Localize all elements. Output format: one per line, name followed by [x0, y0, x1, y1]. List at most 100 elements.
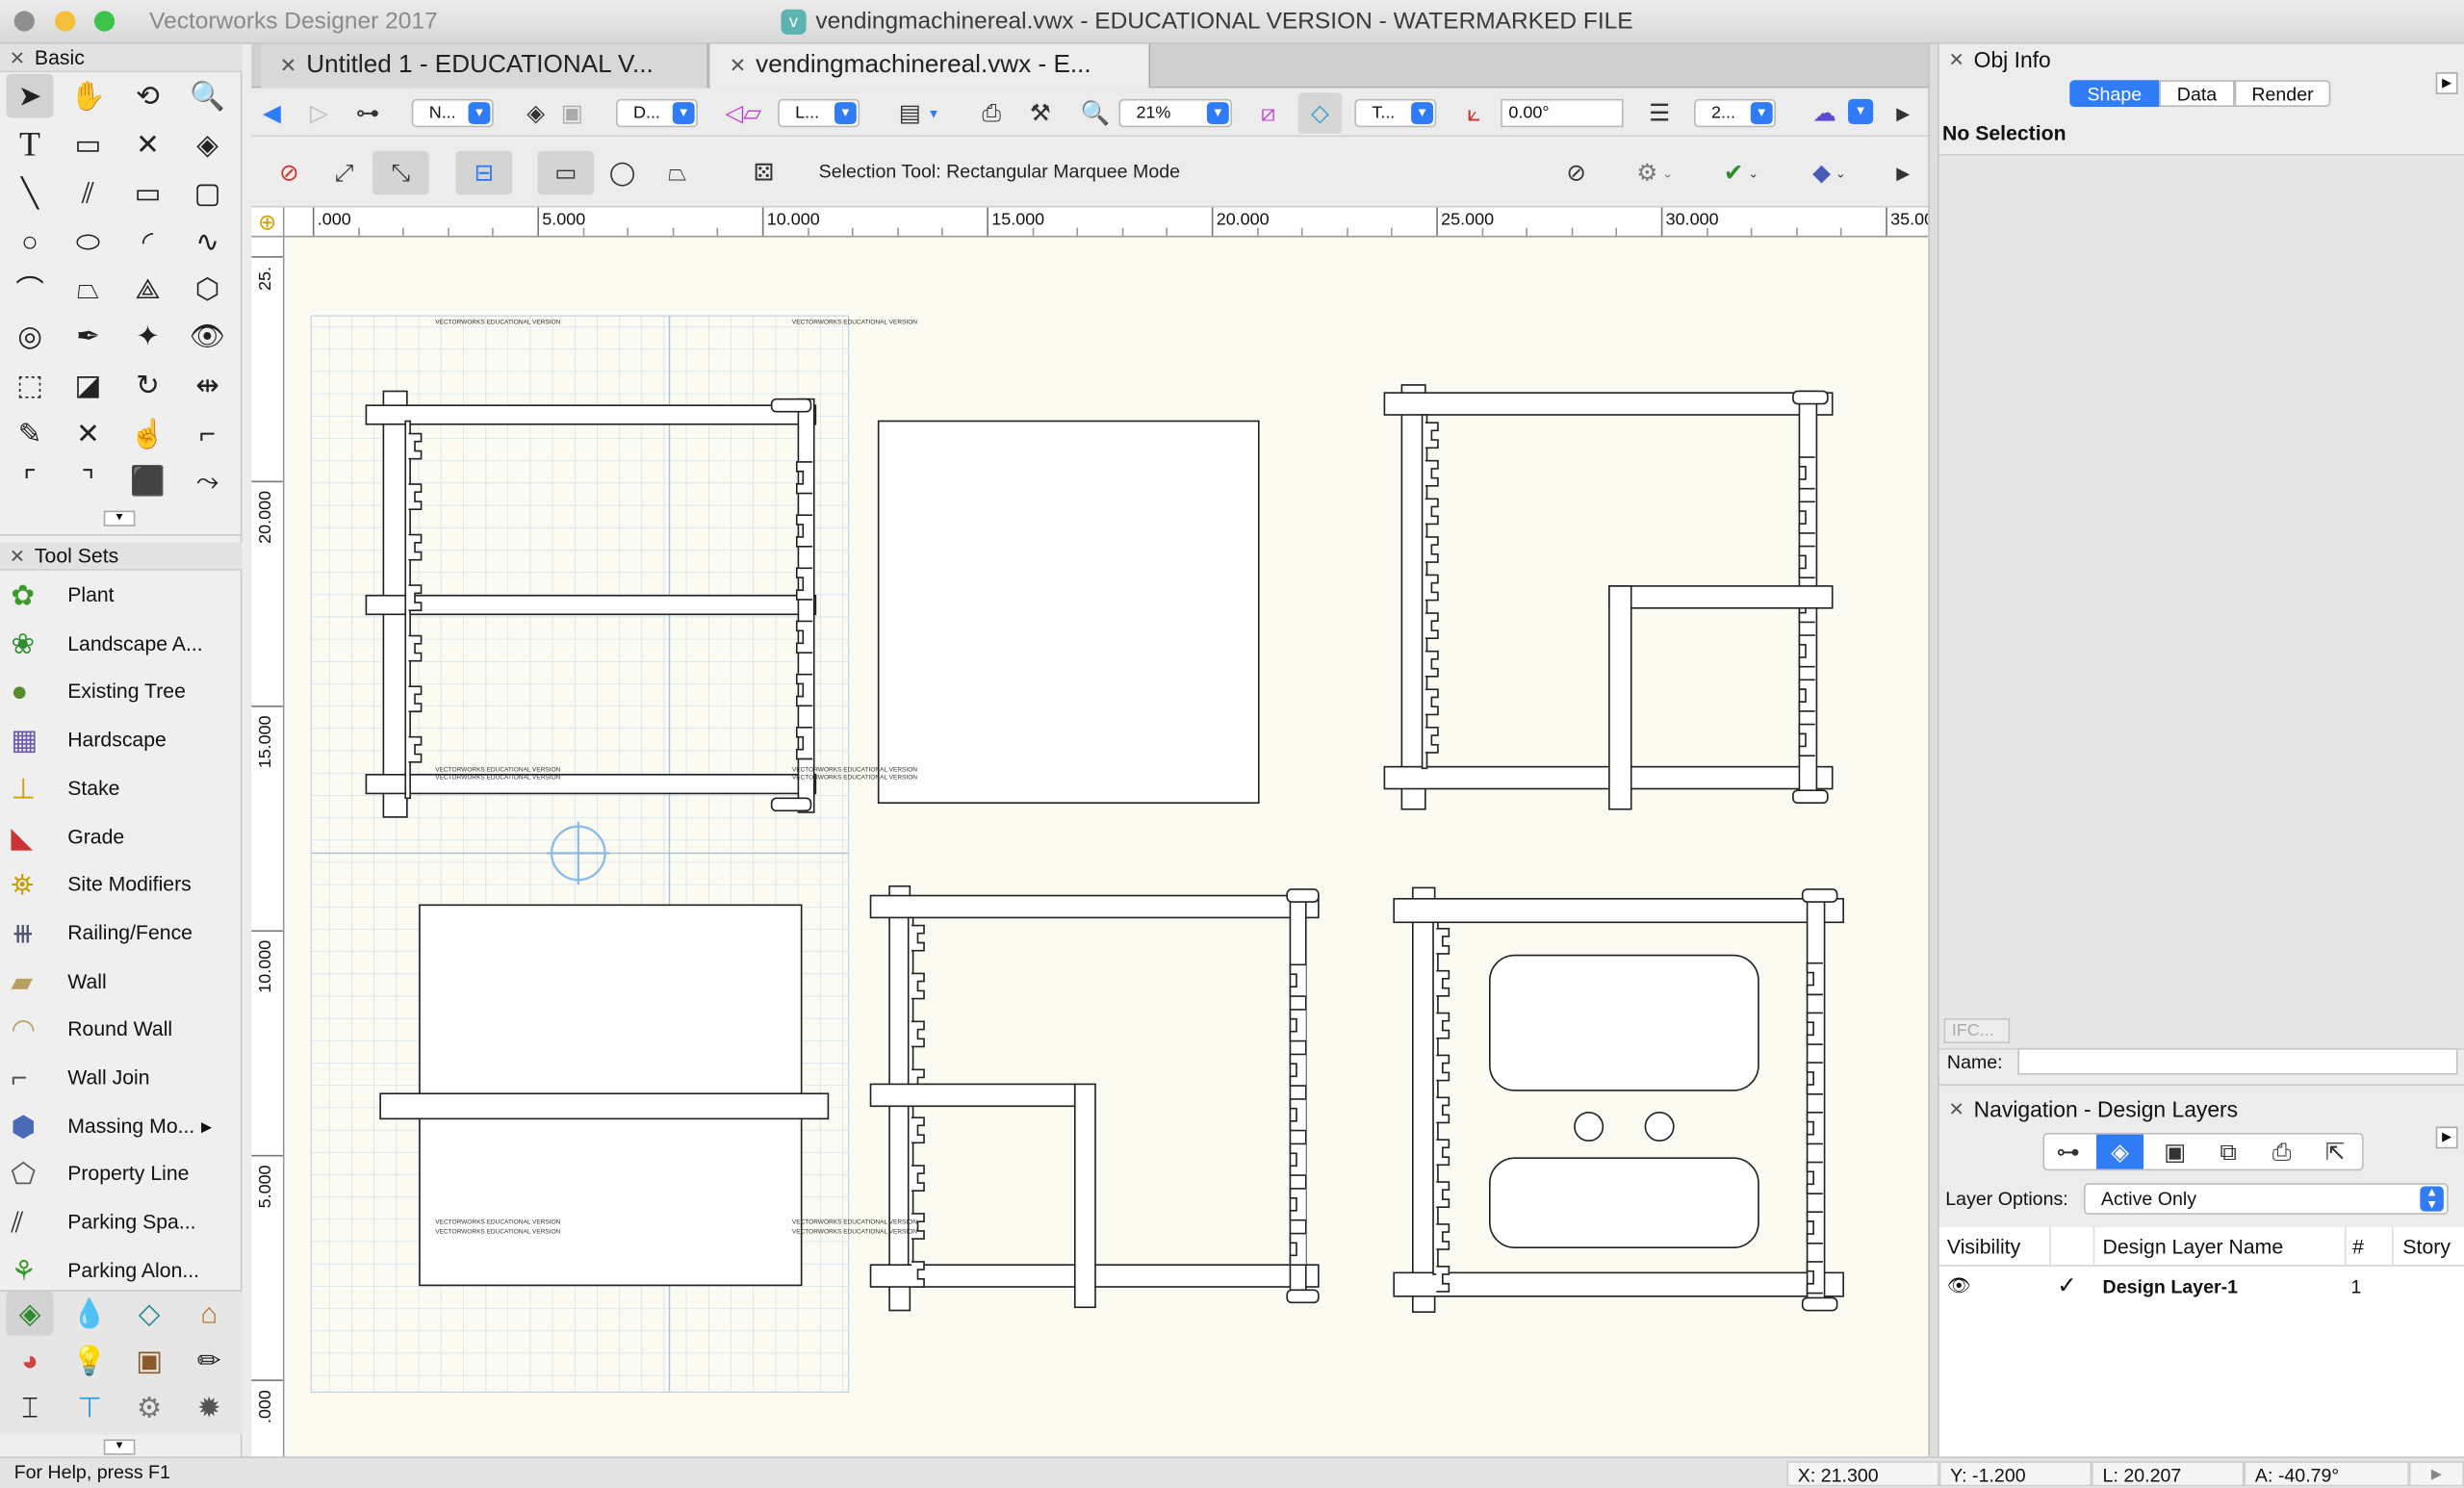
3d-locus-tool-icon[interactable]: ◈ — [184, 122, 231, 167]
lights-set-icon[interactable]: 💡 — [66, 1339, 114, 1383]
drawing-shape[interactable] — [1436, 1223, 1450, 1250]
drawing-shape[interactable] — [911, 972, 925, 1000]
zoom-tool-icon[interactable]: 🔍 — [184, 74, 231, 118]
column-visibility[interactable]: Visibility — [1947, 1235, 2020, 1258]
drawing-area[interactable]: VECTORWORKS EDUCATIONAL VERSION VECTORWOR… — [284, 237, 1929, 1457]
polyline-tool-icon[interactable]: ⌒ — [7, 268, 54, 312]
box-set-icon[interactable]: ▣ — [126, 1339, 173, 1383]
selection-tool-icon[interactable]: ➤ — [6, 73, 54, 118]
back-arrow-icon[interactable]: ◀ — [254, 96, 289, 131]
disable-snapping-icon[interactable]: ⊘ — [271, 156, 306, 191]
drawing-shape[interactable] — [911, 924, 925, 952]
eyedropper-tool-icon[interactable]: ✒ — [64, 315, 112, 359]
drawing-shape[interactable] — [1436, 1139, 1450, 1167]
tool-set-item[interactable]: ⌐ Wall Join — [0, 1054, 239, 1101]
name-input[interactable] — [2017, 1047, 2458, 1075]
tool-set-item[interactable]: ◣ Grade — [0, 813, 239, 860]
locus-tool-icon[interactable]: ✕ — [124, 122, 171, 167]
working-plane-icon[interactable]: ⧄ — [1251, 96, 1286, 131]
tab-render[interactable]: Render — [2234, 80, 2331, 108]
tool-set-item[interactable]: ⬠ Property Line — [0, 1151, 239, 1198]
saved-views-view-icon[interactable]: ⎙ — [2265, 1135, 2299, 1169]
window-zoom-button[interactable] — [93, 11, 116, 32]
lasso-mode-icon[interactable]: ◯ — [605, 156, 640, 191]
class-hierarchy-icon[interactable]: ⊶ — [350, 96, 385, 131]
oval-tool-icon[interactable]: ⬭ — [64, 220, 112, 265]
drawing-shape[interactable] — [1792, 390, 1829, 405]
drawing-shape[interactable] — [1424, 650, 1439, 678]
references-view-icon[interactable]: ⇱ — [2318, 1135, 2352, 1169]
drawing-shape[interactable] — [911, 1165, 925, 1193]
story-dropdown[interactable]: 2... ▼ — [1694, 98, 1776, 128]
tool-set-item[interactable]: ❀ Landscape A... — [0, 620, 239, 667]
circle-tool-icon[interactable]: ○ — [7, 220, 54, 265]
trim-tool-icon[interactable]: ✕ — [64, 412, 112, 456]
drawing-shape[interactable] — [1436, 1096, 1450, 1124]
drawing-shape[interactable] — [1424, 459, 1439, 487]
drawing-shape[interactable] — [1424, 688, 1439, 716]
regular-polygon-tool-icon[interactable]: ⬡ — [184, 268, 231, 312]
palette-expand-icon[interactable]: ▼ — [103, 510, 136, 526]
clip-tool-icon[interactable]: ⤳ — [184, 459, 231, 503]
eye-icon[interactable]: 👁 — [1947, 1274, 1971, 1296]
drawing-shape[interactable] — [770, 797, 812, 812]
drawing-shape[interactable] — [1608, 585, 1834, 609]
drawing-shape[interactable] — [365, 594, 817, 616]
close-icon[interactable]: ✕ — [10, 44, 25, 72]
column-story[interactable]: Story — [2402, 1235, 2451, 1258]
drawing-shape[interactable] — [1286, 888, 1320, 903]
table-row[interactable]: 👁 ✓ Design Layer-1 1 — [1939, 1270, 2464, 1304]
drawing-shape[interactable] — [1424, 612, 1439, 640]
line-tool-icon[interactable]: ╲ — [7, 171, 54, 216]
text-tool-icon[interactable]: T — [7, 122, 54, 167]
building-shell-set-icon[interactable]: ⌂ — [186, 1292, 233, 1336]
tab-shape[interactable]: Shape — [2069, 80, 2160, 108]
drawing-shape[interactable] — [1436, 1054, 1450, 1082]
drawing-shape[interactable] — [1608, 585, 1632, 810]
tool-set-item[interactable]: ◠ Round Wall — [0, 1006, 239, 1053]
sheet-layers-view-icon[interactable]: ▣ — [2158, 1135, 2193, 1169]
furniture-set-icon[interactable]: ◕ — [7, 1339, 54, 1383]
close-icon[interactable]: ✕ — [10, 542, 25, 570]
eraser-tool-icon[interactable]: ⬛ — [124, 459, 171, 503]
drawing-shape[interactable] — [1424, 727, 1439, 754]
spiral-tool-icon[interactable]: ◎ — [7, 315, 54, 359]
fillet-tool-icon[interactable]: ⌐ — [184, 412, 231, 456]
drawing-shape[interactable] — [911, 1020, 925, 1048]
tab-data[interactable]: Data — [2159, 80, 2235, 108]
water-set-icon[interactable]: 💧 — [66, 1292, 114, 1336]
drawing-shape[interactable] — [1286, 1289, 1320, 1304]
drawing-shape[interactable] — [1488, 954, 1759, 1091]
double-line-tool-icon[interactable]: ⫽ — [64, 171, 112, 216]
tool-set-item[interactable]: ⊥ Stake — [0, 765, 239, 812]
navigation-menu-icon[interactable]: ▶ — [2435, 1126, 2458, 1149]
view-bar-overflow-icon[interactable]: ▶ — [1886, 96, 1920, 131]
drawing-shape[interactable] — [770, 398, 812, 413]
double-polygon-tool-icon[interactable]: ⟁ — [124, 268, 171, 312]
offset-tool-icon[interactable]: ⌝ — [64, 459, 112, 503]
layer-plane-icon[interactable]: ◇ — [1297, 92, 1343, 134]
drawing-shape[interactable] — [1436, 1181, 1450, 1208]
drawing-shape[interactable] — [1574, 1111, 1604, 1142]
check-in-icon[interactable]: ✔ ⌄ — [1709, 156, 1772, 191]
tool-set-item[interactable]: ⧻ Railing/Fence — [0, 910, 239, 957]
drawing-shape[interactable] — [365, 404, 817, 425]
drawing-shape[interactable] — [1424, 498, 1439, 526]
single-object-mode-icon[interactable]: ⤢ — [327, 156, 362, 191]
drawing-shape[interactable] — [1383, 392, 1834, 416]
zoom-icon[interactable]: 🔍 — [1078, 96, 1113, 131]
drawing-shape[interactable] — [1801, 888, 1838, 903]
arc-tool-icon[interactable]: ◜ — [124, 220, 171, 265]
classes-view-icon[interactable]: ⊶ — [2051, 1135, 2086, 1169]
callout-tool-icon[interactable]: ▭ — [64, 122, 112, 167]
machine-set-icon[interactable]: ✹ — [186, 1386, 233, 1430]
polygon-marquee-icon[interactable]: ⏢ — [660, 156, 695, 191]
multiple-reshape-mode-icon[interactable]: ⤡ — [372, 150, 429, 195]
rounded-rectangle-tool-icon[interactable]: ▢ — [184, 171, 231, 216]
tool-set-item[interactable]: ✿ Plant — [0, 572, 239, 619]
drawing-shape[interactable] — [1393, 1271, 1844, 1297]
pan-tool-icon[interactable]: ✋ — [64, 74, 112, 118]
steel-set-icon[interactable]: ⌶ — [7, 1386, 54, 1430]
column-layer-name[interactable]: Design Layer Name — [2103, 1235, 2284, 1258]
rectangular-marquee-mode-icon[interactable]: ▭ — [537, 150, 595, 195]
